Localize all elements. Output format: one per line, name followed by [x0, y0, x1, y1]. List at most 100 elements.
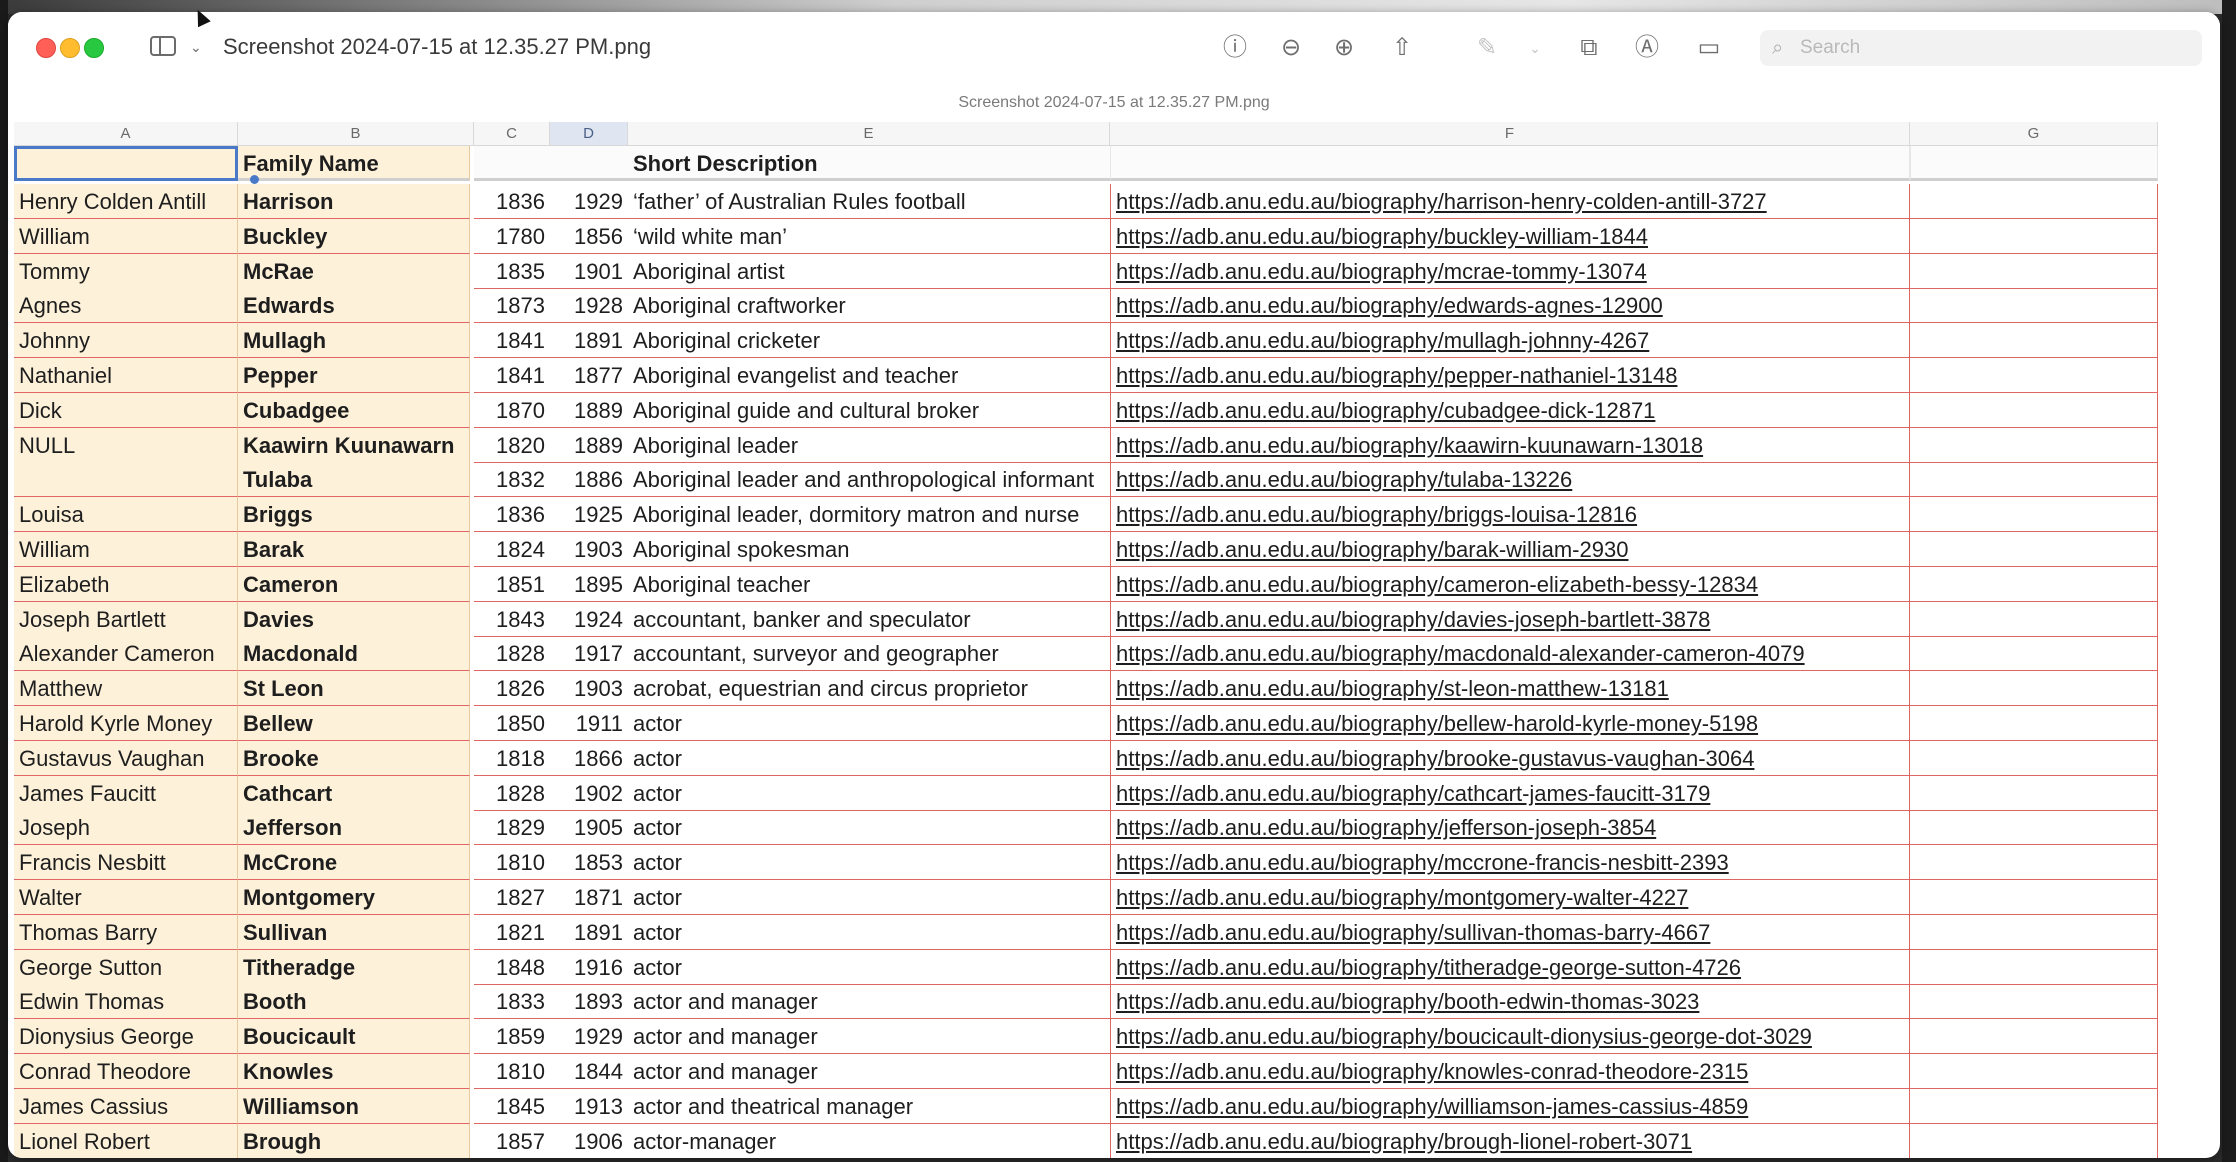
given-name-cell[interactable]: Harold Kyrle Money	[14, 706, 238, 741]
birth-year-cell[interactable]: 1828	[474, 636, 550, 672]
given-name-cell[interactable]: Nathaniel	[14, 358, 238, 393]
empty-cell-g[interactable]	[1910, 601, 2158, 637]
death-year-cell[interactable]: 1903	[550, 532, 628, 567]
death-year-cell[interactable]: 1903	[550, 671, 628, 707]
empty-cell-g[interactable]	[1910, 914, 2158, 950]
biography-link[interactable]: https://adb.anu.edu.au/biography/brooke-…	[1110, 740, 1910, 776]
column-header-a[interactable]: A	[14, 122, 238, 146]
description-cell[interactable]: Aboriginal leader and anthropological in…	[628, 462, 1110, 498]
description-cell[interactable]: actor-manager	[628, 1124, 1110, 1158]
birth-year-cell[interactable]: 1859	[474, 1019, 550, 1055]
given-name-cell[interactable]: George Sutton	[14, 949, 238, 985]
biography-link[interactable]: https://adb.anu.edu.au/biography/jeffers…	[1110, 810, 1910, 846]
biography-link[interactable]: https://adb.anu.edu.au/biography/william…	[1110, 1088, 1910, 1124]
minimize-window-button[interactable]	[60, 38, 80, 58]
empty-cell-g[interactable]	[1910, 462, 2158, 498]
markup-circle-icon[interactable]: Ⓐ	[1632, 34, 1662, 62]
death-year-cell[interactable]: 1913	[550, 1089, 628, 1124]
description-cell[interactable]: actor and manager	[628, 1054, 1110, 1089]
death-year-cell[interactable]: 1902	[550, 776, 628, 811]
chevron-down-icon[interactable]: ⌄	[190, 39, 202, 56]
column-header-g[interactable]: G	[1910, 122, 2158, 146]
given-name-cell[interactable]: James Faucitt	[14, 775, 238, 811]
empty-cell-g[interactable]	[1910, 949, 2158, 985]
cell-c1[interactable]	[474, 146, 550, 181]
biography-link[interactable]: https://adb.anu.edu.au/biography/tithera…	[1110, 949, 1910, 985]
given-name-cell[interactable]: Henry Colden Antill	[14, 184, 238, 219]
family-name-cell[interactable]: Barak	[238, 532, 470, 567]
markup-pen-icon[interactable]: ✎	[1472, 34, 1502, 62]
column-header-c[interactable]: C	[474, 122, 550, 146]
biography-link[interactable]: https://adb.anu.edu.au/biography/davies-…	[1110, 601, 1910, 637]
given-name-cell[interactable]: William	[14, 532, 238, 567]
empty-cell-g[interactable]	[1910, 740, 2158, 776]
description-cell[interactable]: actor	[628, 880, 1110, 915]
biography-link[interactable]: https://adb.anu.edu.au/biography/mcrae-t…	[1110, 253, 1910, 289]
death-year-cell[interactable]: 1929	[550, 184, 628, 219]
death-year-cell[interactable]: 1916	[550, 950, 628, 985]
empty-cell-g[interactable]	[1910, 636, 2158, 672]
description-cell[interactable]: Aboriginal leader	[628, 428, 1110, 463]
description-cell[interactable]: actor	[628, 776, 1110, 811]
birth-year-cell[interactable]: 1780	[474, 219, 550, 254]
family-name-cell[interactable]: Edwards	[238, 288, 470, 324]
family-name-cell[interactable]: Buckley	[238, 218, 470, 254]
birth-year-cell[interactable]: 1824	[474, 532, 550, 567]
death-year-cell[interactable]: 1889	[550, 428, 628, 463]
biography-link[interactable]: https://adb.anu.edu.au/biography/cathcar…	[1110, 775, 1910, 811]
family-name-cell[interactable]: Bellew	[238, 706, 470, 741]
biography-link[interactable]: https://adb.anu.edu.au/biography/sulliva…	[1110, 914, 1910, 950]
empty-cell-g[interactable]	[1910, 1054, 2158, 1089]
death-year-cell[interactable]: 1917	[550, 636, 628, 672]
description-cell[interactable]: actor	[628, 706, 1110, 741]
death-year-cell[interactable]: 1866	[550, 741, 628, 776]
death-year-cell[interactable]: 1906	[550, 1124, 628, 1158]
death-year-cell[interactable]: 1853	[550, 845, 628, 881]
birth-year-cell[interactable]: 1835	[474, 254, 550, 289]
empty-cell-g[interactable]	[1910, 775, 2158, 811]
given-name-cell[interactable]: Joseph Bartlett	[14, 601, 238, 637]
family-name-cell[interactable]: Boucicault	[238, 1019, 470, 1055]
birth-year-cell[interactable]: 1836	[474, 184, 550, 219]
family-name-cell[interactable]: Titheradge	[238, 949, 470, 985]
column-header-d[interactable]: D	[550, 122, 628, 146]
empty-cell-g[interactable]	[1910, 984, 2158, 1020]
spreadsheet-image[interactable]: ABCDEFG Family Name Short Description He…	[14, 122, 2214, 1158]
description-cell[interactable]: ‘wild white man’	[628, 219, 1110, 254]
given-name-cell[interactable]: Gustavus Vaughan	[14, 740, 238, 776]
family-name-cell[interactable]: Pepper	[238, 358, 470, 393]
death-year-cell[interactable]: 1889	[550, 393, 628, 428]
biography-link[interactable]: https://adb.anu.edu.au/biography/knowles…	[1110, 1054, 1910, 1089]
given-name-cell[interactable]: William	[14, 218, 238, 254]
description-cell[interactable]: actor and manager	[628, 1019, 1110, 1055]
family-name-cell[interactable]: Brooke	[238, 740, 470, 776]
birth-year-cell[interactable]: 1843	[474, 602, 550, 637]
death-year-cell[interactable]: 1891	[550, 323, 628, 359]
search-input[interactable]: ⌕ Search	[1760, 30, 2202, 66]
biography-link[interactable]: https://adb.anu.edu.au/biography/bellew-…	[1110, 706, 1910, 741]
death-year-cell[interactable]: 1895	[550, 567, 628, 602]
birth-year-cell[interactable]: 1836	[474, 497, 550, 533]
close-window-button[interactable]	[36, 38, 56, 58]
description-cell[interactable]: actor and manager	[628, 984, 1110, 1020]
biography-link[interactable]: https://adb.anu.edu.au/biography/montgom…	[1110, 880, 1910, 915]
death-year-cell[interactable]: 1925	[550, 497, 628, 533]
given-name-cell[interactable]: NULL	[14, 427, 238, 463]
biography-link[interactable]: https://adb.anu.edu.au/biography/buckley…	[1110, 218, 1910, 254]
empty-cell-g[interactable]	[1910, 218, 2158, 254]
description-cell[interactable]: actor and theatrical manager	[628, 1089, 1110, 1124]
biography-link[interactable]: https://adb.anu.edu.au/biography/briggs-…	[1110, 497, 1910, 533]
description-cell[interactable]: actor	[628, 741, 1110, 776]
death-year-cell[interactable]: 1891	[550, 915, 628, 950]
birth-year-cell[interactable]: 1857	[474, 1124, 550, 1158]
cell-a1-selected[interactable]	[14, 146, 238, 181]
column-header-f[interactable]: F	[1110, 122, 1910, 146]
selection-handle[interactable]	[250, 175, 259, 184]
biography-link[interactable]: https://adb.anu.edu.au/biography/edwards…	[1110, 288, 1910, 324]
empty-cell-g[interactable]	[1910, 532, 2158, 567]
given-name-cell[interactable]	[14, 462, 238, 498]
description-cell[interactable]: Aboriginal cricketer	[628, 323, 1110, 359]
family-name-cell[interactable]: Mullagh	[238, 323, 470, 359]
info-icon[interactable]: ⓘ	[1220, 34, 1250, 62]
given-name-cell[interactable]: Elizabeth	[14, 566, 238, 602]
